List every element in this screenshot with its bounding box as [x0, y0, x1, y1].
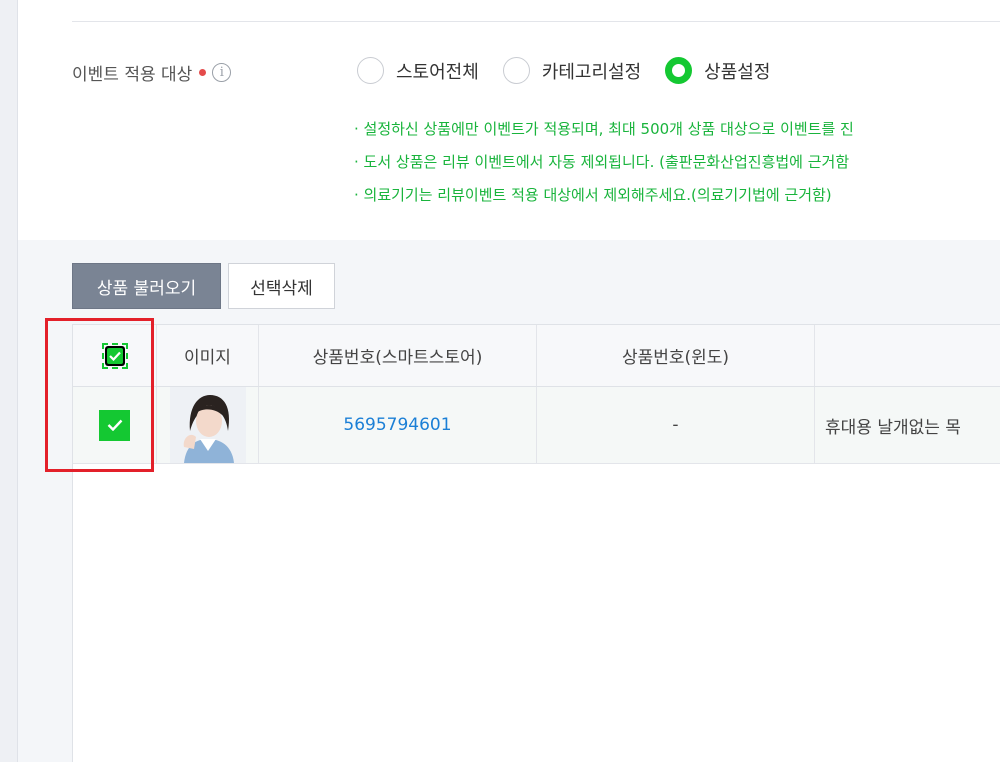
check-icon: [106, 347, 123, 364]
event-target-label-group: 이벤트 적용 대상 i: [72, 60, 232, 85]
store-product-no-cell: 5695794601: [259, 387, 537, 463]
load-products-button[interactable]: 상품 불러오기: [72, 263, 221, 309]
radio-button-selected-icon[interactable]: [665, 57, 693, 84]
left-gutter: [0, 0, 18, 762]
row-checkbox-cell: [73, 387, 157, 463]
row-checkbox[interactable]: [99, 409, 130, 441]
radio-label: 상품설정: [704, 61, 771, 83]
checkbox-frame: [104, 345, 125, 366]
notice-item: · 의료기기는 리뷰이벤트 적용 대상에서 제외해주세요.(의료기기법에 근거함…: [354, 186, 832, 204]
header-image: 이미지: [157, 325, 259, 386]
radio-button-icon[interactable]: [357, 57, 384, 84]
check-icon: [107, 419, 122, 431]
product-name-cell: 휴대용 날개없는 목: [825, 417, 961, 438]
select-all-checkbox[interactable]: [101, 342, 128, 369]
product-image-cell: [157, 387, 259, 463]
table-header-row: 이미지 상품번호(스마트스토어) 상품번호(윈도): [73, 324, 1000, 387]
notice-item: · 설정하신 상품에만 이벤트가 적용되며, 최대 500개 상품 대상으로 이…: [354, 120, 854, 138]
delete-selected-button[interactable]: 선택삭제: [228, 263, 335, 309]
radio-label: 카테고리설정: [541, 61, 642, 83]
top-divider: [72, 21, 1000, 22]
window-product-no-cell: -: [537, 387, 815, 463]
product-table: 이미지 상품번호(스마트스토어) 상품번호(윈도) 5695794601 - 휴…: [72, 324, 1000, 762]
event-target-label: 이벤트 적용 대상: [72, 65, 193, 85]
header-window-product-no: 상품번호(윈도): [537, 325, 815, 386]
required-dot: [199, 69, 207, 76]
radio-product[interactable]: 상품설정: [665, 57, 770, 84]
product-thumbnail[interactable]: [169, 387, 246, 463]
radio-button-icon[interactable]: [502, 57, 530, 84]
event-settings-page: 이벤트 적용 대상 i 스토어전체 카테고리설정 상품설정 · 설정하신 상품에…: [0, 0, 1000, 762]
event-target-radio-group: 스토어전체 카테고리설정 상품설정: [357, 57, 794, 84]
notice-list: · 설정하신 상품에만 이벤트가 적용되며, 최대 500개 상품 대상으로 이…: [354, 118, 1000, 217]
header-checkbox-cell: [73, 325, 157, 386]
radio-store-all[interactable]: 스토어전체: [357, 57, 479, 84]
info-icon[interactable]: i: [212, 63, 232, 82]
radio-label: 스토어전체: [396, 61, 479, 83]
header-product-name: [815, 325, 1000, 386]
radio-category[interactable]: 카테고리설정: [502, 57, 642, 84]
notice-item: · 도서 상품은 리뷰 이벤트에서 자동 제외됩니다. (출판문화산업진흥법에 …: [354, 153, 850, 171]
table-row[interactable]: 5695794601 - 휴대용 날개없는 목: [73, 387, 1000, 464]
header-store-product-no: 상품번호(스마트스토어): [259, 325, 537, 386]
store-product-no-link[interactable]: 5695794601: [343, 415, 451, 435]
